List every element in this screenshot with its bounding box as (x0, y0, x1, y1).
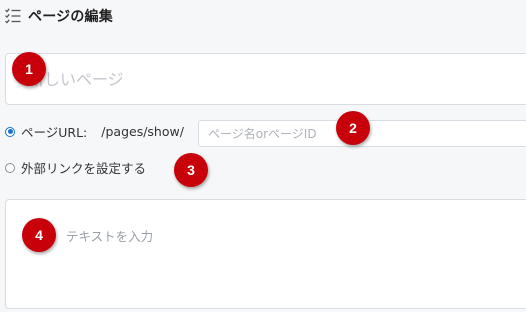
callout-badge-2: 2 (336, 111, 370, 145)
url-prefix: /pages/show/ (101, 124, 184, 139)
page-body-field[interactable] (5, 199, 526, 309)
url-option-label[interactable]: ページURL: (21, 122, 87, 141)
page-title-field[interactable] (5, 53, 526, 105)
page-title-input[interactable] (6, 54, 526, 104)
callout-badge-4: 4 (22, 218, 56, 252)
external-link-label[interactable]: 外部リンクを設定する (21, 158, 146, 177)
checklist-icon (4, 7, 22, 25)
page-header: ページの編集 (4, 4, 113, 28)
callout-badge-3: 3 (174, 153, 208, 187)
external-link-radio[interactable] (5, 162, 15, 173)
page-title: ページの編集 (28, 9, 113, 25)
external-link-option-row[interactable]: 外部リンクを設定する (5, 158, 146, 177)
callout-badge-1: 1 (12, 52, 46, 86)
url-option-radio[interactable] (5, 126, 15, 137)
url-option-row[interactable]: ページURL: /pages/show/ (5, 122, 188, 141)
page-body-input[interactable] (6, 200, 526, 308)
